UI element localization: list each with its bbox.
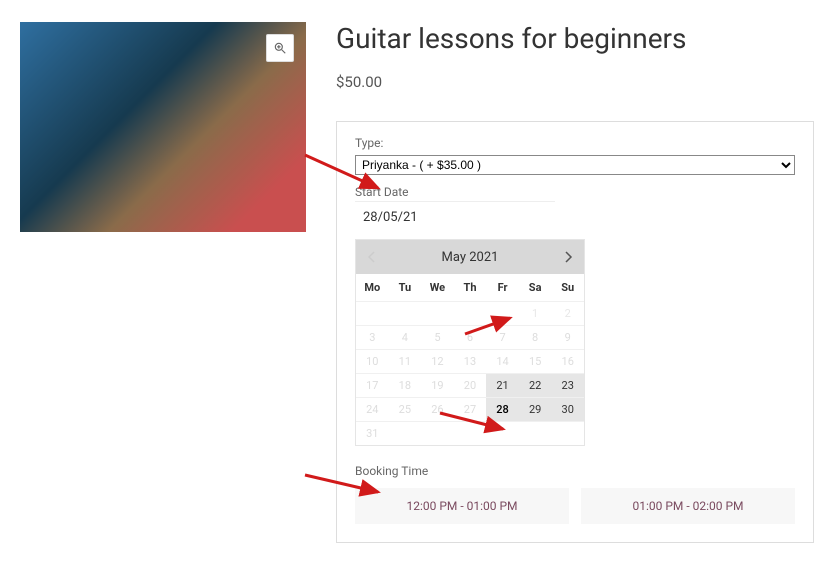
calendar-day: 16 xyxy=(551,349,584,373)
calendar-day: 25 xyxy=(389,397,422,421)
calendar-day: 20 xyxy=(454,373,487,397)
calendar-day[interactable]: 23 xyxy=(551,373,584,397)
booking-time-label: Booking Time xyxy=(355,464,795,478)
calendar-day: 1 xyxy=(519,301,552,325)
calendar-dow: Fr xyxy=(486,274,519,301)
calendar-day: 4 xyxy=(389,325,422,349)
product-photo xyxy=(20,22,306,232)
calendar-day: 2 xyxy=(551,301,584,325)
calendar-day xyxy=(519,421,552,445)
calendar-day: 26 xyxy=(421,397,454,421)
calendar-day: 6 xyxy=(454,325,487,349)
calendar-dow: Tu xyxy=(389,274,422,301)
start-date-value[interactable]: 28/05/21 xyxy=(355,210,795,225)
start-date-label: Start Date xyxy=(355,185,555,202)
calendar-day xyxy=(389,301,422,325)
calendar-day: 11 xyxy=(389,349,422,373)
calendar-dow: Mo xyxy=(356,274,389,301)
calendar-day xyxy=(356,301,389,325)
calendar: May 2021 MoTuWeThFrSaSu 1234567891011121… xyxy=(355,239,585,446)
calendar-day: 7 xyxy=(486,325,519,349)
chevron-left-icon xyxy=(367,251,377,263)
product-price: $50.00 xyxy=(336,73,814,91)
calendar-day: 5 xyxy=(421,325,454,349)
calendar-day: 13 xyxy=(454,349,487,373)
calendar-dow: Th xyxy=(454,274,487,301)
calendar-day-selected[interactable]: 28 xyxy=(486,397,519,421)
calendar-header: May 2021 xyxy=(356,240,584,274)
calendar-day: 24 xyxy=(356,397,389,421)
chevron-right-icon xyxy=(563,251,573,263)
calendar-day xyxy=(454,421,487,445)
type-label: Type: xyxy=(355,136,795,150)
calendar-day xyxy=(421,421,454,445)
calendar-prev-button xyxy=(362,247,382,267)
calendar-day[interactable]: 29 xyxy=(519,397,552,421)
calendar-day xyxy=(551,421,584,445)
calendar-day[interactable]: 22 xyxy=(519,373,552,397)
time-slot[interactable]: 01:00 PM - 02:00 PM xyxy=(581,488,795,524)
product-title: Guitar lessons for beginners xyxy=(336,22,814,55)
time-slot[interactable]: 12:00 PM - 01:00 PM xyxy=(355,488,569,524)
calendar-body: 1234567891011121314151617181920212223242… xyxy=(356,301,584,445)
calendar-day xyxy=(421,301,454,325)
calendar-dow-row: MoTuWeThFrSaSu xyxy=(356,274,584,301)
calendar-day: 27 xyxy=(454,397,487,421)
calendar-day[interactable]: 30 xyxy=(551,397,584,421)
calendar-day: 14 xyxy=(486,349,519,373)
calendar-day: 12 xyxy=(421,349,454,373)
product-image xyxy=(20,22,306,232)
zoom-button[interactable] xyxy=(266,34,294,62)
calendar-day: 18 xyxy=(389,373,422,397)
calendar-day: 17 xyxy=(356,373,389,397)
calendar-day: 19 xyxy=(421,373,454,397)
calendar-day xyxy=(454,301,487,325)
calendar-day xyxy=(389,421,422,445)
calendar-dow: Sa xyxy=(519,274,552,301)
calendar-dow: We xyxy=(421,274,454,301)
calendar-day: 3 xyxy=(356,325,389,349)
calendar-day: 8 xyxy=(519,325,552,349)
calendar-day: 15 xyxy=(519,349,552,373)
calendar-day xyxy=(486,301,519,325)
calendar-month-title: May 2021 xyxy=(382,250,558,265)
calendar-day xyxy=(486,421,519,445)
calendar-next-button[interactable] xyxy=(558,247,578,267)
zoom-icon xyxy=(273,41,287,55)
time-slots: 12:00 PM - 01:00 PM 01:00 PM - 02:00 PM xyxy=(355,488,795,524)
calendar-dow: Su xyxy=(551,274,584,301)
calendar-day: 10 xyxy=(356,349,389,373)
type-select[interactable]: Priyanka - ( + $35.00 ) xyxy=(355,155,795,175)
calendar-day: 31 xyxy=(356,421,389,445)
calendar-day: 9 xyxy=(551,325,584,349)
calendar-day[interactable]: 21 xyxy=(486,373,519,397)
booking-form: Type: Priyanka - ( + $35.00 ) Start Date… xyxy=(336,121,814,543)
